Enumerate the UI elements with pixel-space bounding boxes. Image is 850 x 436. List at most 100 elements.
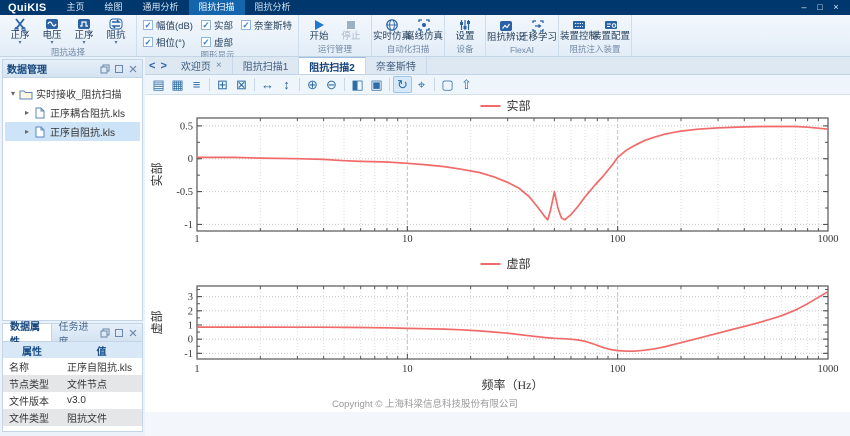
tab-scroll-right-icon[interactable]: >: [160, 58, 166, 74]
property-name-cell: 文件类型: [3, 409, 61, 426]
property-tab-数据属性[interactable]: 数据属性: [3, 324, 52, 341]
property-table-header-attr: 属性: [3, 342, 61, 358]
ribbon-button-装置控制[interactable]: 装置控制: [563, 17, 595, 42]
tab-阻抗扫描1[interactable]: 阻抗扫描1: [233, 57, 300, 74]
float-panel-icon[interactable]: [99, 63, 110, 74]
file-icon: [33, 126, 47, 138]
zoom-out-icon[interactable]: ⊖: [322, 76, 341, 93]
document-tabs: 欢迎页×阻抗扫描1阻抗扫描2奈奎斯特: [171, 57, 427, 74]
property-table-header-value: 值: [61, 342, 142, 358]
data-management-header: 数据管理: [3, 60, 142, 78]
tab-欢迎页[interactable]: 欢迎页×: [171, 57, 233, 74]
close-icon[interactable]: ×: [216, 60, 222, 71]
checkbox-虚部[interactable]: ✓虚部: [201, 35, 233, 49]
checkbox-幅值(dB)[interactable]: ✓幅值(dB): [143, 18, 193, 32]
tree-item-正序耦合阻抗.kls[interactable]: ▸ 正序耦合阻抗.kls: [5, 103, 140, 122]
report-icon[interactable]: ▢: [438, 76, 457, 93]
ribbon-group-图形显示: ✓幅值(dB)✓相位(°)✓实部✓虚部✓奈奎斯特图形显示: [137, 15, 299, 56]
ribbon-button-实时仿真[interactable]: 实时仿真: [376, 17, 408, 42]
maximize-panel-icon[interactable]: [113, 63, 124, 74]
ribbon-group-阻抗选择: 正序▾电压▾正序▾阻抗▾阻抗选择: [0, 15, 137, 56]
ribbon-button-设置[interactable]: 设置: [449, 17, 481, 42]
svg-text:100: 100: [610, 234, 626, 245]
menu-item-5[interactable]: 阻抗分析: [245, 0, 301, 15]
ribbon-button-离线仿真[interactable]: 离线仿真: [408, 17, 440, 42]
tree-item-正序自阻抗.kls[interactable]: ▸ 正序自阻抗.kls: [5, 122, 140, 141]
menu-item-1[interactable]: 主页: [56, 0, 94, 15]
data-management-title: 数据管理: [7, 61, 47, 76]
transfer-icon: [531, 18, 545, 33]
close-panel-icon[interactable]: [127, 63, 138, 74]
ribbon-button-阻抗[interactable]: 阻抗▾: [100, 16, 132, 46]
fit-selection-icon[interactable]: ⊠: [232, 76, 251, 93]
checkbox-奈奎斯特[interactable]: ✓奈奎斯特: [241, 18, 292, 32]
center-icon[interactable]: ⌖: [412, 76, 431, 93]
ribbon-group-label: 运行管理: [303, 43, 367, 56]
ribbon-button-阻抗辨识[interactable]: 阻抗辨识: [490, 18, 522, 43]
checkbox-box[interactable]: ✓: [201, 37, 211, 47]
app-logo: QuiKIS: [0, 2, 56, 14]
save-all-icon[interactable]: ▦: [168, 76, 187, 93]
ribbon-button-迁移学习[interactable]: 迁移学习: [522, 18, 554, 43]
checkbox-box[interactable]: ✓: [201, 20, 211, 30]
menu-item-3[interactable]: 通用分析: [133, 0, 189, 15]
tab-阻抗扫描2[interactable]: 阻抗扫描2: [299, 57, 366, 74]
ribbon-group-设备: 设置设备: [445, 15, 486, 56]
chart-toolbar: ▤▦≡ ⊞⊠ ↔↕ ⊕⊖ ◧▣ ↻⌖ ▢⇧: [145, 75, 850, 95]
stretch-horizontal-icon[interactable]: ↔: [258, 76, 277, 93]
ribbon-button-电压[interactable]: 电压▾: [36, 16, 68, 46]
list-view-icon[interactable]: ≡: [187, 76, 206, 93]
fit-window-icon[interactable]: ⊞: [213, 76, 232, 93]
tab-奈奎斯特[interactable]: 奈奎斯特: [366, 57, 427, 74]
imaginary-part-chart[interactable]: 3210-11101001000虚部虚部频率（Hz）: [147, 248, 847, 410]
property-value-cell: 文件节点: [61, 375, 142, 392]
checkbox-box[interactable]: ✓: [143, 37, 153, 47]
maximize-panel-icon[interactable]: [113, 327, 124, 338]
ribbon-button-正序[interactable]: 正序▾: [4, 16, 36, 46]
ribbon-button-正序[interactable]: 正序▾: [68, 16, 100, 46]
checkbox-label: 虚部: [214, 35, 233, 49]
ribbon-button-label: 停止: [341, 32, 360, 42]
tree-item-实时接收_阻抗扫描[interactable]: ▾实时接收_阻抗扫描: [5, 84, 140, 103]
toolbar-separator: [209, 78, 210, 91]
close-panel-icon[interactable]: [127, 327, 138, 338]
export-icon[interactable]: ⇧: [457, 76, 476, 93]
stretch-vertical-icon[interactable]: ↕: [277, 76, 296, 93]
svg-text:-1: -1: [184, 220, 193, 231]
caret-right-icon[interactable]: ▸: [21, 127, 33, 136]
panel-icon[interactable]: ▣: [367, 76, 386, 93]
tab-scroll-left-icon[interactable]: <: [149, 58, 155, 74]
svg-text:0: 0: [188, 154, 193, 165]
menu-bar: 主页绘图通用分析阻抗扫描阻抗分析: [56, 0, 300, 15]
ribbon-button-装置配置[interactable]: 装置配置: [595, 17, 627, 42]
checkbox-box[interactable]: ✓: [143, 20, 153, 30]
ribbon-group-label: FlexAI: [490, 45, 554, 56]
maximize-button[interactable]: □: [812, 0, 828, 15]
checkbox-相位(°)[interactable]: ✓相位(°): [143, 35, 193, 49]
float-panel-icon[interactable]: [99, 327, 110, 338]
caret-down-icon[interactable]: ▾: [7, 89, 19, 98]
minimize-button[interactable]: –: [796, 0, 812, 15]
refresh-icon[interactable]: ↻: [393, 76, 412, 93]
contrast-icon[interactable]: ◧: [348, 76, 367, 93]
checkbox-label: 奈奎斯特: [254, 18, 292, 32]
ribbon-button-开始[interactable]: 开始: [303, 17, 335, 42]
save-icon[interactable]: ▤: [149, 76, 168, 93]
property-tab-任务进度[interactable]: 任务进度: [52, 324, 100, 341]
property-name-cell: 名称: [3, 358, 61, 375]
tree-item-label: 正序耦合阻抗.kls: [50, 105, 125, 120]
waveform-icon: [77, 16, 91, 31]
menu-item-2[interactable]: 绘图: [94, 0, 132, 15]
tree-item-label: 正序自阻抗.kls: [50, 124, 115, 139]
impedance-loop-icon: [109, 16, 123, 31]
ribbon-button-停止[interactable]: 停止: [335, 17, 367, 42]
close-button[interactable]: ×: [828, 0, 844, 15]
sliders-icon: [458, 17, 472, 32]
caret-right-icon[interactable]: ▸: [21, 108, 33, 117]
real-part-chart[interactable]: 0.50-0.5-11101001000实部实部: [147, 95, 847, 245]
checkbox-实部[interactable]: ✓实部: [201, 18, 233, 32]
checkbox-box[interactable]: ✓: [241, 20, 251, 30]
zoom-in-icon[interactable]: ⊕: [303, 76, 322, 93]
toolbar-separator: [299, 78, 300, 91]
menu-item-4[interactable]: 阻抗扫描: [189, 0, 245, 15]
